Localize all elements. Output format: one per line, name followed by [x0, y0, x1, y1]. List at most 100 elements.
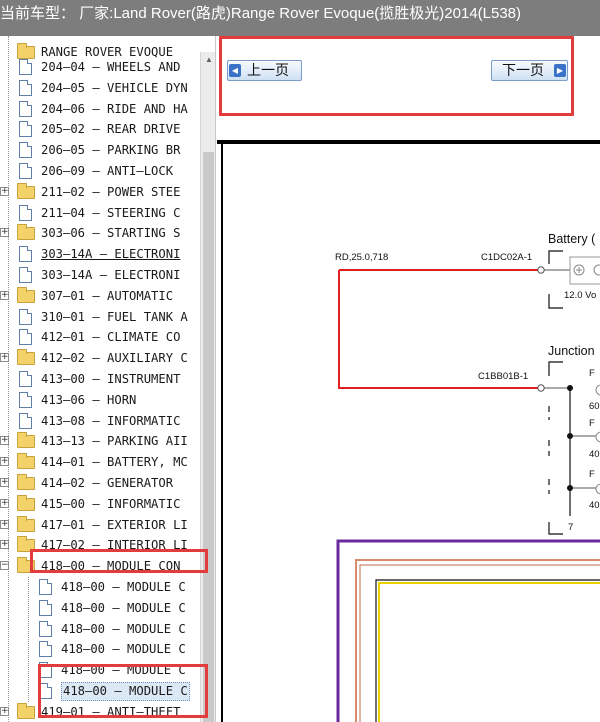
tree-item-label: 413—00 — INSTRUMENT	[41, 372, 181, 386]
expand-icon[interactable]: +	[0, 519, 9, 529]
fuse-1-value: 60	[589, 401, 600, 412]
tree-subitem[interactable]: 418—00 — MODULE C	[0, 681, 200, 701]
tree-item[interactable]: +415—00 — INFORMATIC	[0, 494, 200, 514]
tree-item[interactable]: +307—01 — AUTOMATIC	[0, 286, 200, 306]
expand-icon[interactable]: +	[0, 540, 9, 550]
tree-subitem[interactable]: 418—00 — MODULE C	[0, 639, 200, 659]
tree-item[interactable]: 303—14A — ELECTRONI	[0, 265, 200, 285]
next-page-label: 下一页	[502, 62, 544, 78]
folder-icon	[17, 474, 35, 490]
tree-subitem[interactable]: 418—00 — MODULE C	[0, 660, 200, 680]
fuse-3-value: 40	[589, 500, 600, 511]
expand-icon[interactable]: +	[0, 457, 9, 467]
junction-label: Junction	[548, 344, 595, 358]
wiring-diagram: RD,25.0,718 C1DC02A-1 C1BB01B-1 Battery …	[221, 144, 600, 722]
document-icon	[19, 391, 32, 408]
tree-subitem[interactable]: 418—00 — MODULE C	[0, 598, 200, 618]
document-icon	[39, 620, 52, 637]
tree-item-label: 206—05 — PARKING BR	[41, 143, 181, 158]
expand-icon[interactable]: +	[0, 706, 9, 716]
folder-icon	[17, 536, 35, 553]
tree-item[interactable]: 413—08 — INFORMATIC	[0, 411, 200, 431]
tree-item[interactable]: +414—02 — GENERATOR	[0, 473, 200, 493]
document-icon	[19, 163, 32, 179]
tree-item-label: 419—01 — ANTI—THEFT	[41, 704, 181, 719]
expand-icon[interactable]: +	[0, 436, 9, 446]
tree-item-label: 415—00 — INFORMATIC	[41, 496, 181, 511]
battery-label: Battery (	[548, 232, 596, 246]
expand-icon[interactable]: +	[0, 290, 9, 300]
next-page-button[interactable]: 下一页 ▶	[491, 60, 568, 81]
vehicle-model-text: 当前车型： 厂家:Land Rover(路虎)Range Rover Evoqu…	[0, 5, 522, 22]
expand-icon[interactable]: +	[0, 228, 9, 238]
document-icon	[19, 79, 32, 96]
document-icon	[19, 308, 32, 325]
tree-item-label: 204—04 — WHEELS AND	[41, 60, 181, 74]
tree-item[interactable]: +419—01 — ANTI—THEFT	[0, 702, 200, 722]
tree-item[interactable]: +412—02 — AUXILIARY C	[0, 348, 200, 368]
module-frame-inner	[375, 579, 600, 722]
document-icon	[19, 246, 32, 263]
prev-page-button[interactable]: ◀ 上一页	[227, 60, 302, 81]
tree-item[interactable]: +413—13 — PARKING AII	[0, 431, 200, 451]
tree-item[interactable]: 205—02 — REAR DRIVE	[0, 119, 200, 139]
tree-scrollbar[interactable]: ▲	[200, 52, 215, 722]
folder-icon	[17, 702, 35, 719]
document-icon	[19, 121, 32, 138]
expand-icon[interactable]: +	[0, 186, 9, 196]
tree-item[interactable]: +303—06 — STARTING S	[0, 223, 200, 243]
tree-item[interactable]: 206—09 — ANTI—LOCK	[0, 161, 200, 181]
tree-item-label: 205—02 — REAR DRIVE	[41, 122, 181, 137]
svg-text:7: 7	[568, 522, 573, 533]
junction-node	[567, 385, 573, 391]
tree-pane[interactable]: RANGE ROVER EVOQUE 204—04 — WHEELS AND 204…	[0, 36, 216, 722]
fuse-3-prefix: F	[589, 469, 595, 480]
arrow-left-icon: ◀	[229, 64, 241, 77]
tree-item[interactable]: 310—01 — FUEL TANK A	[0, 307, 200, 327]
tree-item-label: 413—13 — PARKING AII	[41, 434, 188, 449]
expand-icon[interactable]: +	[0, 353, 9, 363]
tree-subitem[interactable]: 418—00 — MODULE C	[0, 577, 200, 597]
fuse-1-prefix: F	[589, 368, 595, 379]
tree-item[interactable]: 204—06 — RIDE AND HA	[0, 99, 200, 119]
tree-item[interactable]: 412—01 — CLIMATE CO	[0, 327, 200, 347]
tree-item-label: 303—06 — STARTING S	[41, 226, 181, 241]
tree-item[interactable]: 206—05 — PARKING BR	[0, 140, 200, 160]
tree-item-label: 418—00 — MODULE CON	[41, 559, 181, 574]
folder-icon	[17, 494, 35, 511]
tree-item[interactable]: − 418—00 — MODULE CON	[0, 556, 200, 576]
tree-item-label: 303—14A — ELECTRONI	[41, 247, 181, 262]
connector-pin-2	[537, 384, 545, 392]
expand-icon[interactable]: +	[0, 498, 9, 508]
expand-icon[interactable]: +	[0, 478, 9, 487]
tree-item[interactable]: 204—05 — VEHICLE DYN	[0, 78, 200, 98]
tree-item[interactable]: +417—02 — INTERIOR LI	[0, 535, 200, 555]
tree-item[interactable]: 413—06 — HORN	[0, 390, 200, 410]
document-icon	[39, 683, 52, 699]
tree-item[interactable]: +211—02 — POWER STEE	[0, 182, 200, 202]
folder-icon	[17, 224, 35, 241]
tree-item-label: 303—14A — ELECTRONI	[41, 268, 181, 282]
tree-item[interactable]: 413—00 — INSTRUMENT	[0, 369, 200, 389]
tree-item-label: 307—01 — AUTOMATIC	[41, 288, 174, 303]
tree-item[interactable]: +417—01 — EXTERIOR LI	[0, 515, 200, 535]
document-icon	[19, 59, 32, 75]
wire-label: RD,25.0,718	[335, 252, 388, 263]
scroll-up-icon[interactable]: ▲	[201, 52, 215, 68]
tree-item-label: 418—00 — MODULE C	[61, 682, 190, 701]
tree-item-label: 417—02 — INTERIOR LI	[41, 538, 188, 553]
tree-item[interactable]: +414—01 — BATTERY, MC	[0, 452, 200, 472]
battery-spec: 12.0 Vo	[564, 290, 596, 301]
document-icon	[19, 204, 32, 221]
tree-subitem[interactable]: 418—00 — MODULE C	[0, 619, 200, 639]
fuse-2-value: 40	[589, 449, 600, 460]
tree-item[interactable]: 303—14A — ELECTRONI	[0, 244, 200, 264]
collapse-icon[interactable]: −	[0, 561, 9, 571]
tree-item-label: 413—06 — HORN	[41, 392, 137, 407]
folder-icon	[17, 286, 35, 303]
scroll-thumb[interactable]	[203, 152, 214, 722]
tree-item[interactable]: 211—04 — STEERING C	[0, 203, 200, 223]
folder-icon	[17, 557, 35, 574]
tree-item-label: 414—01 — BATTERY, MC	[41, 455, 188, 470]
tree-item[interactable]: 204—04 — WHEELS AND	[0, 57, 200, 77]
